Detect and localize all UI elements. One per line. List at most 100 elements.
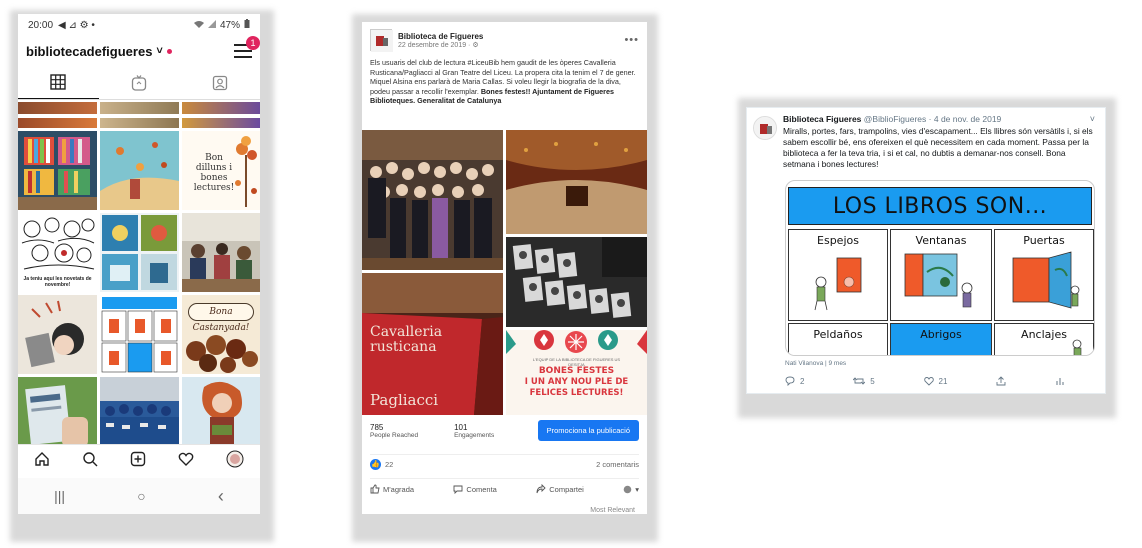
post-thumbnail[interactable]: Bona Castanyada! (182, 295, 260, 374)
theatre-photo[interactable] (506, 130, 647, 234)
cell-anclajes: Anclajes (994, 323, 1094, 355)
comment-sort[interactable]: Most Relevant (590, 507, 635, 514)
profile-avatar-icon[interactable] (226, 450, 244, 473)
home-button[interactable]: ○ (137, 488, 145, 504)
tab-tagged[interactable] (179, 66, 260, 99)
display-name[interactable]: Biblioteca Figueres (783, 114, 861, 124)
android-navigation-bar: ||| ○ ‹ (18, 478, 260, 514)
girl-reading-illustration (18, 295, 97, 374)
promote-post-button[interactable]: Promociona la publicació (537, 420, 639, 441)
page-avatar[interactable] (370, 29, 393, 52)
tweet-options-chevron-icon[interactable]: ˅ (1090, 114, 1095, 124)
post-caption-castanyada: Bona Castanyada! (188, 303, 254, 333)
like-count: 21 (938, 376, 948, 386)
post-photo-collage[interactable]: Cavalleria rusticana Pagliacci L'EQUIP D… (362, 130, 647, 415)
post-thumbnail[interactable]: Bon dilluns i bones lectures! (182, 131, 260, 210)
like-label: M'agrada (383, 484, 415, 494)
post-date[interactable]: 22 desembre de 2019 · ⚙ (398, 41, 483, 49)
tab-igtv[interactable] (99, 66, 180, 99)
comic-characters-illustration (18, 213, 97, 275)
cell-label: Espejos (817, 234, 859, 247)
comment-label: Comenta (466, 484, 497, 494)
group-photo[interactable] (362, 130, 503, 270)
window-book-icon (904, 253, 973, 308)
anchor-figure-icon (1072, 339, 1082, 355)
cell-label: Peldaños (813, 328, 863, 341)
card-title-banner: LOS LIBROS SON... (788, 187, 1092, 225)
autumn-illustration (100, 131, 179, 210)
callas-posters-photo[interactable] (506, 237, 647, 327)
status-bar: 20:00 ◀ ⊿ ⚙ • 47% (18, 14, 260, 36)
user-handle[interactable]: @BiblioFigueres (864, 114, 927, 124)
recents-button[interactable]: ||| (54, 488, 65, 504)
post-text: Els usuaris del club de lectura #LiceuBi… (362, 58, 647, 106)
chevron-down-icon: ▾ (635, 484, 639, 494)
post-thumbnail[interactable] (182, 102, 260, 114)
notification-dot (166, 48, 172, 54)
poster-title-pagliacci: Pagliacci (370, 391, 439, 409)
post-thumbnail[interactable] (100, 213, 179, 292)
reaction-count[interactable]: 22 (385, 460, 393, 469)
post-thumbnail[interactable] (182, 118, 260, 128)
post-thumbnail[interactable] (18, 131, 97, 210)
profile-username: bibliotecadefigueres (26, 43, 153, 59)
status-icons: ◀ ⊿ ⚙ • (58, 19, 95, 31)
globe-icon (623, 485, 632, 493)
chestnuts-illustration (186, 335, 258, 373)
post-thumbnail[interactable] (18, 102, 97, 114)
audience-selector[interactable]: ▾ (623, 485, 639, 494)
reply-button[interactable]: 2 (785, 376, 804, 386)
more-options-icon[interactable]: ••• (624, 34, 639, 46)
post-thumbnail[interactable] (100, 295, 179, 374)
xmas-line-3: FELICES LECTURES! (529, 388, 624, 398)
comment-button[interactable]: Comenta (453, 484, 497, 494)
post-thumbnail[interactable] (18, 118, 97, 128)
notification-badge: 1 (246, 36, 260, 50)
post-thumbnail[interactable] (18, 295, 97, 374)
christmas-card[interactable]: L'EQUIP DE LA BIBLIOTECA DE FIGUERES US … (506, 330, 647, 415)
reactions-bar: 👍 22 2 comentaris (370, 454, 639, 470)
tweet-image[interactable]: LOS LIBROS SON... Espejos Ventanas Puert… (785, 180, 1095, 356)
search-icon[interactable] (82, 451, 98, 472)
posts-grid-visible: Bon dilluns i bones lectures! Ja teniu a… (18, 118, 260, 470)
like-reaction-icon: 👍 (370, 459, 381, 470)
tree-illustration (235, 136, 257, 207)
like-button[interactable]: M'agrada (370, 484, 414, 494)
share-icon (996, 376, 1006, 386)
chevron-down-icon: ˅ (156, 45, 163, 57)
like-button[interactable]: 21 (923, 376, 948, 386)
share-arrow-icon (536, 484, 546, 494)
share-button[interactable] (996, 376, 1006, 386)
wifi-icon (193, 20, 204, 31)
opera-poster-photo[interactable]: Cavalleria rusticana Pagliacci (362, 273, 503, 415)
post-thumbnail[interactable] (100, 131, 179, 210)
post-thumbnail[interactable] (182, 213, 260, 292)
retweet-button[interactable]: 5 (853, 376, 875, 386)
analytics-button[interactable] (1055, 376, 1065, 386)
heart-icon[interactable] (178, 451, 194, 472)
post-thumbnail[interactable] (100, 102, 179, 114)
menu-button[interactable]: 1 (234, 36, 260, 58)
book-covers-collage (100, 213, 179, 292)
account-switcher[interactable]: bibliotecadefigueres ˅ (26, 44, 172, 59)
back-button[interactable]: ‹ (218, 486, 224, 507)
retweet-icon (853, 377, 866, 385)
page-name[interactable]: Biblioteca de Figueres (398, 32, 483, 41)
post-thumbnail[interactable] (100, 118, 179, 128)
heart-icon (923, 377, 934, 386)
post-thumbnail[interactable]: Ja teniu aquí les novetats de novembre! (18, 213, 97, 292)
engagements-stat[interactable]: 101 Engagements (454, 423, 494, 439)
home-icon[interactable] (34, 451, 50, 472)
add-post-icon[interactable] (130, 451, 146, 472)
tab-grid[interactable] (18, 66, 99, 99)
tweet-header: Biblioteca Figueres @BiblioFigueres · 4 … (783, 114, 1001, 124)
comments-count[interactable]: 2 comentaris (596, 460, 639, 469)
library-logo-icon (754, 117, 776, 139)
tweet-date[interactable]: · 4 de nov. de 2019 (926, 114, 1002, 124)
battery-icon (244, 19, 250, 31)
share-button[interactable]: Compartei (536, 484, 584, 494)
cell-label: Abrigos (920, 328, 962, 341)
people-reached-stat[interactable]: 785 People Reached (370, 423, 418, 439)
instagram-profile-screenshot: 20:00 ◀ ⊿ ⚙ • 47% bibliotecadefigueres ˅… (18, 14, 260, 514)
profile-avatar[interactable] (753, 116, 777, 140)
